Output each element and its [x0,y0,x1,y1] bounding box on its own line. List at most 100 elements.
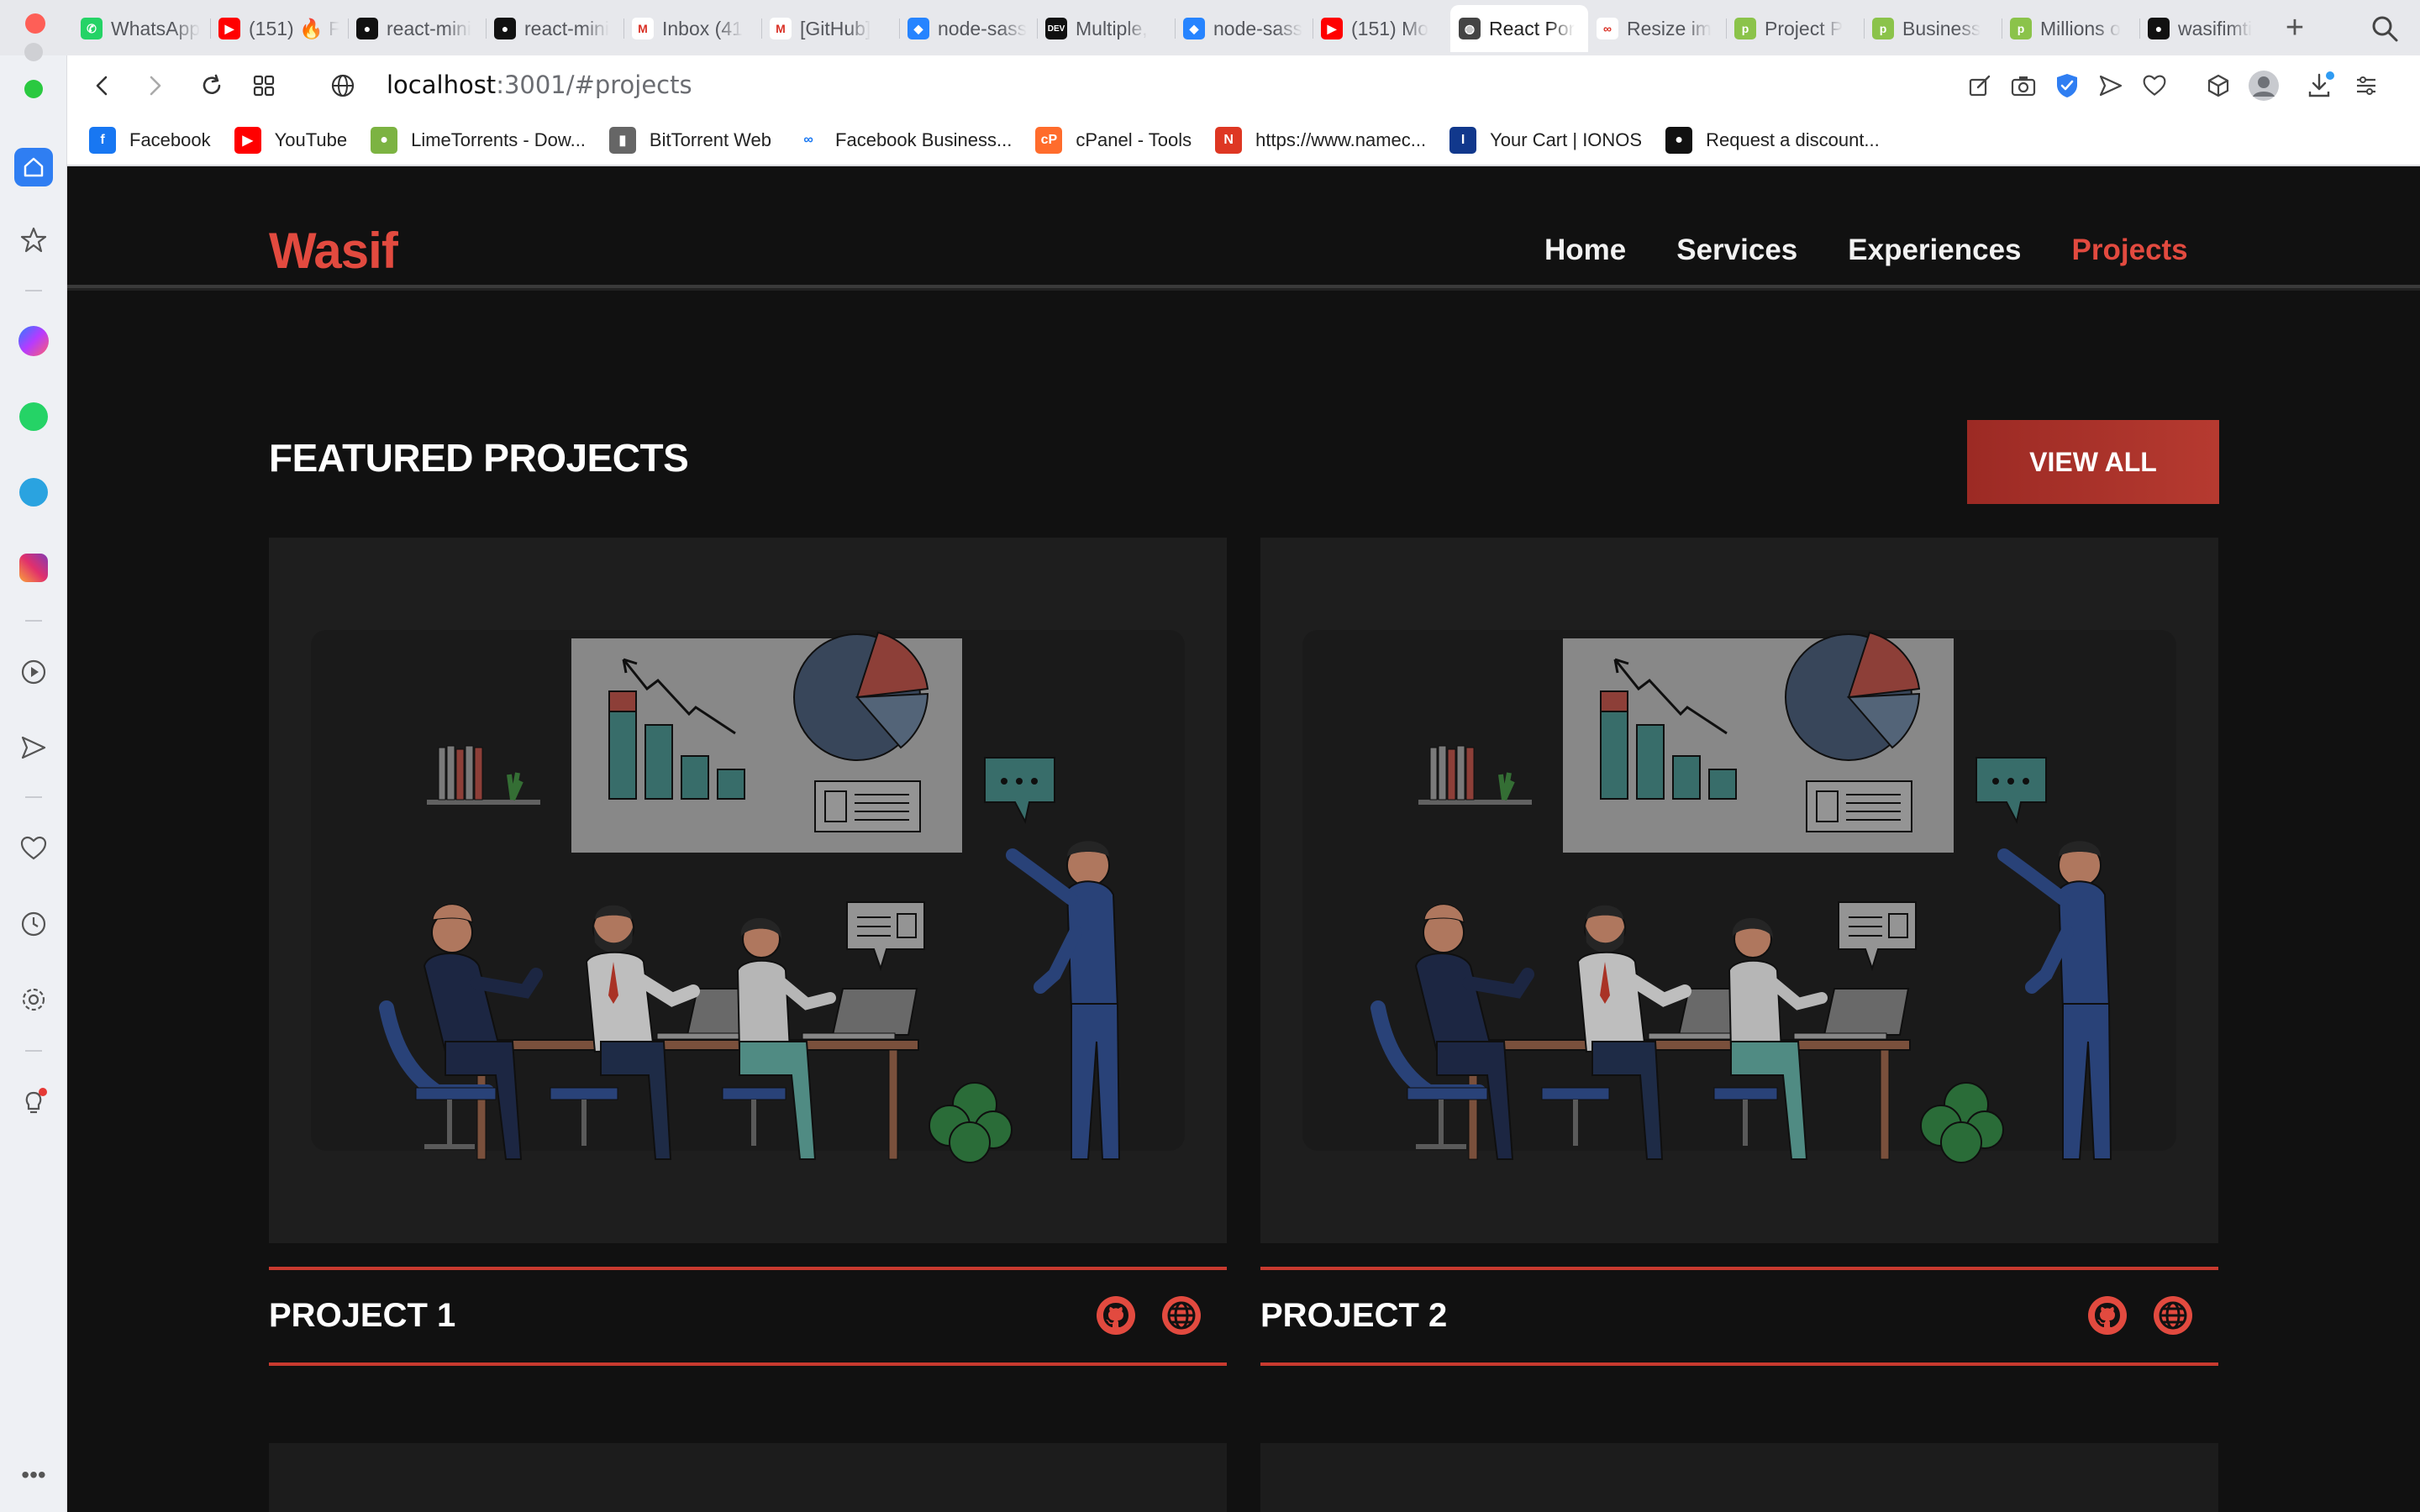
bookmark-item[interactable]: ▶ YouTube [234,127,347,154]
nav-link-services[interactable]: Services [1676,234,1797,267]
browser-tab[interactable]: ◍ React Por [1450,5,1588,52]
minimize-window-button[interactable] [17,35,50,69]
bookmark-item[interactable]: cP cPanel - Tools [1035,127,1192,154]
browser-tab[interactable]: M Inbox (41 [623,5,761,52]
globe-icon[interactable] [2153,1295,2193,1336]
namecheap-icon: N [1215,127,1243,154]
messenger-icon[interactable] [17,324,50,358]
tab-label: (151) Mo [1351,17,1429,39]
bitbucket-icon: ◆ [1183,18,1205,39]
project-footer: PROJECT 1 [269,1267,1227,1366]
project-card[interactable]: PROJECT 1 [269,538,1227,1366]
bookmark-item[interactable]: ∞ Facebook Business... [795,127,1012,154]
browser-tab[interactable]: ∞ Resize im [1588,5,1726,52]
project-links [2087,1295,2193,1336]
url-field[interactable]: localhost:3001/#projects [387,71,692,99]
browser-tab[interactable]: ▶ (151) Mo [1313,5,1450,52]
edit-icon[interactable] [1963,69,1996,102]
browser-tab[interactable]: M [GitHub] [761,5,899,52]
globe-icon[interactable] [1161,1295,1202,1336]
home-icon[interactable] [14,148,53,186]
project-thumbnail[interactable] [1260,538,2218,1243]
telegram-icon[interactable] [17,475,50,509]
adblock-shield-icon[interactable] [2050,69,2084,102]
bookmark-item[interactable]: ● Request a discount... [1665,127,1880,154]
more-options-icon[interactable]: ••• [17,1458,50,1492]
favorite-heart-icon[interactable] [2138,69,2171,102]
history-clock-icon[interactable] [17,907,50,941]
project-card[interactable]: PROJECT 2 [1260,538,2218,1366]
browser-tab[interactable]: ◆ node-sass [1175,5,1313,52]
close-window-button[interactable] [25,13,45,34]
browser-tab[interactable]: ✆ WhatsApp [72,5,210,52]
bookmark-label: Request a discount... [1706,129,1880,150]
tips-lightbulb-icon[interactable] [17,1085,50,1119]
new-tab-button[interactable]: + [2275,8,2314,47]
browser-tab[interactable]: p Business [1864,5,2002,52]
pinned-sites-icon[interactable] [17,223,50,257]
instagram-icon[interactable] [17,551,50,585]
bookmark-label: YouTube [274,129,348,150]
github-icon: ● [356,18,378,39]
bookmark-item[interactable]: Nhttps://www.namec... [1215,127,1426,154]
section-title: FEATURED PROJECTS [269,436,689,480]
gmail-icon: M [770,18,792,39]
browser-tab-bar: ✆ WhatsApp ▶ (151) 🔥 F ● react-mini ● react-min… [0,0,2420,55]
profile-avatar-icon[interactable] [2247,69,2281,102]
project-thumbnail[interactable] [269,538,1227,1243]
bookmark-label: https://www.namec... [1255,129,1427,150]
tab-label: Millions o [2040,17,2121,39]
zoom-window-button[interactable] [17,72,50,106]
bookmark-item[interactable]: ▮ BitTorrent Web [608,127,772,154]
easy-setup-menu-icon[interactable] [2349,69,2383,102]
youtube-icon: ▶ [234,127,261,154]
browser-tab[interactable]: ◆ node-sass [899,5,1037,52]
speed-dial-grid-icon[interactable] [247,69,281,102]
view-all-button[interactable]: VIEW ALL [1967,420,2219,504]
bookmark-label: BitTorrent Web [649,129,772,150]
browser-tab[interactable]: ● react-mini [348,5,486,52]
github-icon[interactable] [1096,1295,1136,1336]
site-brand-logo[interactable]: Wasif [269,222,398,280]
nav-link-experiences[interactable]: Experiences [1848,234,2021,267]
bookmark-item[interactable]: f Facebook [89,127,211,154]
browser-tab[interactable]: DEV Multiple, [1037,5,1175,52]
web-page-viewport: Wasif Home Services Experiences Projects FE… [67,166,2420,1512]
github-icon[interactable] [2087,1295,2128,1336]
browser-tab[interactable]: ▶ (151) 🔥 F [210,5,348,52]
nav-link-projects[interactable]: Projects [2072,234,2188,267]
downloads-icon[interactable] [2304,69,2338,102]
facebook-icon: f [89,127,116,154]
meta-icon: ∞ [795,127,823,154]
file-icon: ▮ [608,127,636,154]
forward-icon[interactable] [138,69,171,102]
settings-gear-icon[interactable] [17,983,50,1016]
player-icon[interactable] [17,655,50,689]
send-page-icon[interactable] [2094,69,2128,102]
camera-icon[interactable] [2007,69,2040,102]
back-icon[interactable] [86,69,119,102]
extensions-cube-icon[interactable] [2202,69,2235,102]
reload-icon[interactable] [195,69,229,102]
nav-divider [67,285,2420,291]
browser-tab[interactable]: ● wasifimti [2139,5,2277,52]
site-info-globe-icon[interactable] [326,69,360,102]
flow-send-icon[interactable] [17,731,50,764]
bookmark-label: LimeTorrents - Dow... [411,129,586,150]
browser-tab[interactable]: ● react-mini [486,5,623,52]
dev-icon: DEV [1045,18,1067,39]
globe-icon: ◍ [1459,18,1481,39]
bookmark-label: Facebook [129,129,211,150]
browser-tab[interactable]: p Millions o [2002,5,2139,52]
whatsapp-icon[interactable] [17,400,50,433]
tab-label: node-sass [938,17,1028,39]
project-card-4-preview[interactable] [1260,1443,2218,1512]
cpanel-icon: cP [1035,127,1063,154]
bookmark-item[interactable]: ● LimeTorrents - Dow... [371,127,586,154]
tab-search-icon[interactable] [2368,12,2402,45]
bookmarks-heart-icon[interactable] [17,832,50,865]
nav-link-home[interactable]: Home [1544,234,1626,267]
bookmark-item[interactable]: I Your Cart | IONOS [1449,127,1642,154]
browser-tab[interactable]: p Project P [1726,5,1864,52]
project-card-3-preview[interactable] [269,1443,1227,1512]
